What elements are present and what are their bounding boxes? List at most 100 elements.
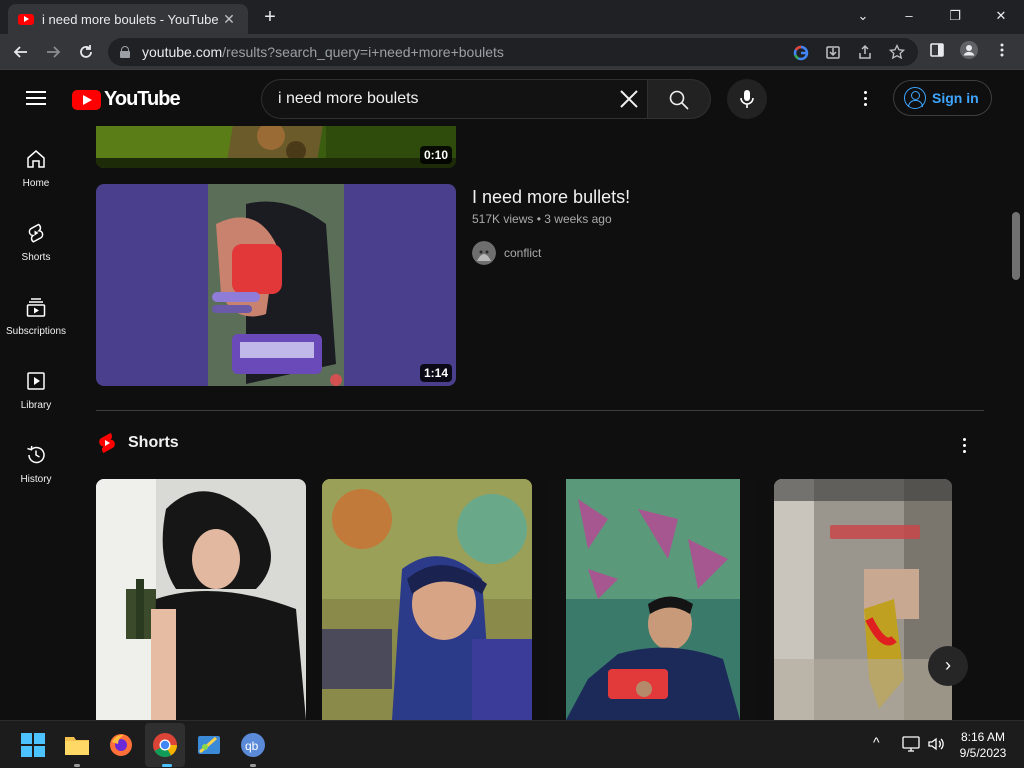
reload-button[interactable] <box>73 39 99 65</box>
account-icon <box>904 87 926 109</box>
install-app-icon[interactable] <box>824 44 842 62</box>
sidebar-item-label: Subscriptions <box>5 326 67 337</box>
new-tab-button[interactable]: + <box>258 5 282 29</box>
reload-icon <box>80 45 92 58</box>
google-icon[interactable] <box>792 44 810 62</box>
short-thumbnail[interactable] <box>96 479 306 720</box>
library-icon <box>27 372 45 390</box>
history-icon <box>27 445 45 464</box>
side-panel-icon[interactable] <box>927 42 947 62</box>
clock-time: 8:16 AM <box>960 730 1006 744</box>
mini-guide-sidebar: Home Shorts Subscriptions Library Histor… <box>0 126 72 720</box>
video-duration: 1:14 <box>419 364 452 382</box>
page-scrollbar[interactable] <box>1012 212 1020 280</box>
forward-button[interactable] <box>40 39 66 65</box>
bookmark-star-icon[interactable] <box>888 43 906 62</box>
tab-title: i need more boulets - YouTube <box>42 11 219 27</box>
sidebar-item-label: History <box>20 474 52 485</box>
file-explorer-icon[interactable] <box>64 732 90 758</box>
short-thumbnail[interactable] <box>774 479 952 720</box>
view-count: 517K views <box>472 212 534 226</box>
voice-search-button[interactable] <box>727 79 767 119</box>
browser-menu-icon[interactable] <box>992 42 1012 62</box>
video-metadata: 517K views • 3 weeks ago <box>472 212 612 226</box>
logo-text: YouTube <box>104 88 181 110</box>
shorts-more-options-icon[interactable] <box>954 435 974 455</box>
short-image <box>548 479 758 720</box>
search-icon <box>669 90 689 110</box>
sign-in-button[interactable]: Sign in <box>893 80 992 116</box>
short-thumbnail[interactable] <box>548 479 758 720</box>
tray-overflow-chevron[interactable]: ^ <box>873 734 880 750</box>
tab-close-button[interactable]: ✕ <box>220 11 238 28</box>
search-input[interactable]: i need more boulets <box>261 79 648 119</box>
address-bar[interactable]: youtube.com/results?search_query=i+need+… <box>108 38 918 66</box>
volume-icon[interactable] <box>927 735 945 756</box>
back-button[interactable] <box>8 39 34 65</box>
sidebar-item-label: Library <box>20 400 52 411</box>
url-host: youtube.com <box>142 44 223 60</box>
network-icon[interactable] <box>902 735 920 756</box>
tab-search-button[interactable]: ⌄ <box>843 4 883 28</box>
forward-arrow-icon <box>47 46 61 58</box>
svg-text:qb: qb <box>245 739 259 753</box>
shorts-logo-icon <box>99 433 115 453</box>
video-thumbnail[interactable]: 0:10 <box>96 126 456 168</box>
short-thumbnail[interactable] <box>322 479 532 720</box>
sidebar-item-subscriptions[interactable]: Subscriptions <box>0 274 72 348</box>
youtube-logo[interactable]: YouTube <box>72 88 181 111</box>
url-path: /results?search_query=i+need+more+boulet… <box>222 44 504 60</box>
meta-separator: • <box>536 212 541 226</box>
share-icon[interactable] <box>856 44 874 62</box>
browser-toolbar: youtube.com/results?search_query=i+need+… <box>0 34 1024 70</box>
youtube-play-icon <box>72 89 101 110</box>
sidebar-item-label: Shorts <box>21 252 51 263</box>
system-clock[interactable]: 8:16 AM 9/5/2023 <box>948 729 1018 761</box>
search-button[interactable] <box>648 79 711 119</box>
back-arrow-icon <box>13 46 27 58</box>
shorts-shelf-title: Shorts <box>128 434 179 451</box>
minimize-button[interactable]: – <box>889 4 929 28</box>
windows-start-icon[interactable] <box>20 732 46 758</box>
close-window-button[interactable]: ✕ <box>981 4 1021 28</box>
clear-search-button[interactable] <box>617 87 641 111</box>
profile-icon[interactable] <box>959 40 979 60</box>
settings-more-icon[interactable] <box>855 88 875 108</box>
short-image <box>774 479 952 720</box>
shorts-next-button[interactable]: › <box>928 646 968 686</box>
chrome-icon[interactable] <box>152 732 178 758</box>
sidebar-item-history[interactable]: History <box>0 422 72 496</box>
qbittorrent-icon[interactable]: qb <box>240 732 266 758</box>
youtube-header: YouTube i need more boulets Sign in <box>0 70 1024 126</box>
sidebar-item-library[interactable]: Library <box>0 348 72 422</box>
microphone-icon <box>740 90 754 108</box>
short-image <box>322 479 532 720</box>
video-duration: 0:10 <box>419 146 452 164</box>
close-icon <box>620 90 638 108</box>
channel-name: conflict <box>504 246 542 260</box>
shorts-shelf-header: Shorts <box>98 432 179 454</box>
subscriptions-icon <box>26 298 46 317</box>
sign-in-label: Sign in <box>932 90 979 106</box>
firefox-icon[interactable] <box>108 732 134 758</box>
youtube-favicon-icon <box>18 13 34 25</box>
search-results: 0:10 1:14 I need more bullets! 517K view… <box>72 126 1012 720</box>
menu-icon[interactable] <box>26 91 46 105</box>
sidebar-item-home[interactable]: Home <box>0 126 72 200</box>
windows-taskbar: qb ^ 8:16 AM 9/5/2023 <box>0 720 1024 768</box>
video-title-link[interactable]: I need more bullets! <box>472 187 630 208</box>
channel-link[interactable]: conflict <box>472 241 541 265</box>
upload-age: 3 weeks ago <box>544 212 612 226</box>
sidebar-item-shorts[interactable]: Shorts <box>0 200 72 274</box>
shorts-icon <box>28 223 44 243</box>
section-divider <box>96 410 984 411</box>
app-icon[interactable] <box>196 732 222 758</box>
avatar <box>472 241 496 265</box>
running-indicator <box>250 764 256 767</box>
clock-date: 9/5/2023 <box>959 746 1007 760</box>
running-indicator <box>74 764 80 767</box>
browser-tab-strip: i need more boulets - YouTube ✕ + ⌄ – ❐ … <box>0 0 1024 34</box>
restore-button[interactable]: ❐ <box>935 4 975 28</box>
video-thumbnail[interactable]: 1:14 <box>96 184 456 386</box>
browser-tab[interactable]: i need more boulets - YouTube ✕ <box>8 4 248 34</box>
